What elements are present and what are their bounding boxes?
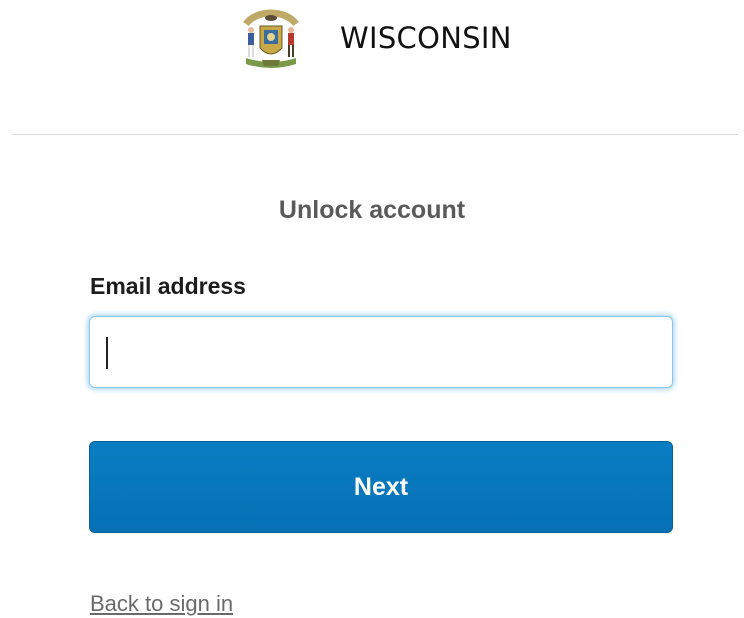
email-field[interactable]	[89, 316, 673, 388]
brand-name: WISCONSIN	[340, 21, 512, 55]
header: WISCONSIN	[0, 0, 744, 80]
page-title: Unlock account	[278, 196, 466, 224]
email-label: Email address	[90, 273, 246, 299]
next-button[interactable]: Next	[89, 441, 673, 533]
text-caret	[106, 337, 108, 369]
unlock-account-page: WISCONSIN Unlock account Email address N…	[0, 0, 744, 618]
state-seal-icon	[243, 9, 299, 68]
header-divider	[12, 134, 738, 135]
back-to-sign-in-link[interactable]: Back to sign in	[90, 590, 233, 618]
